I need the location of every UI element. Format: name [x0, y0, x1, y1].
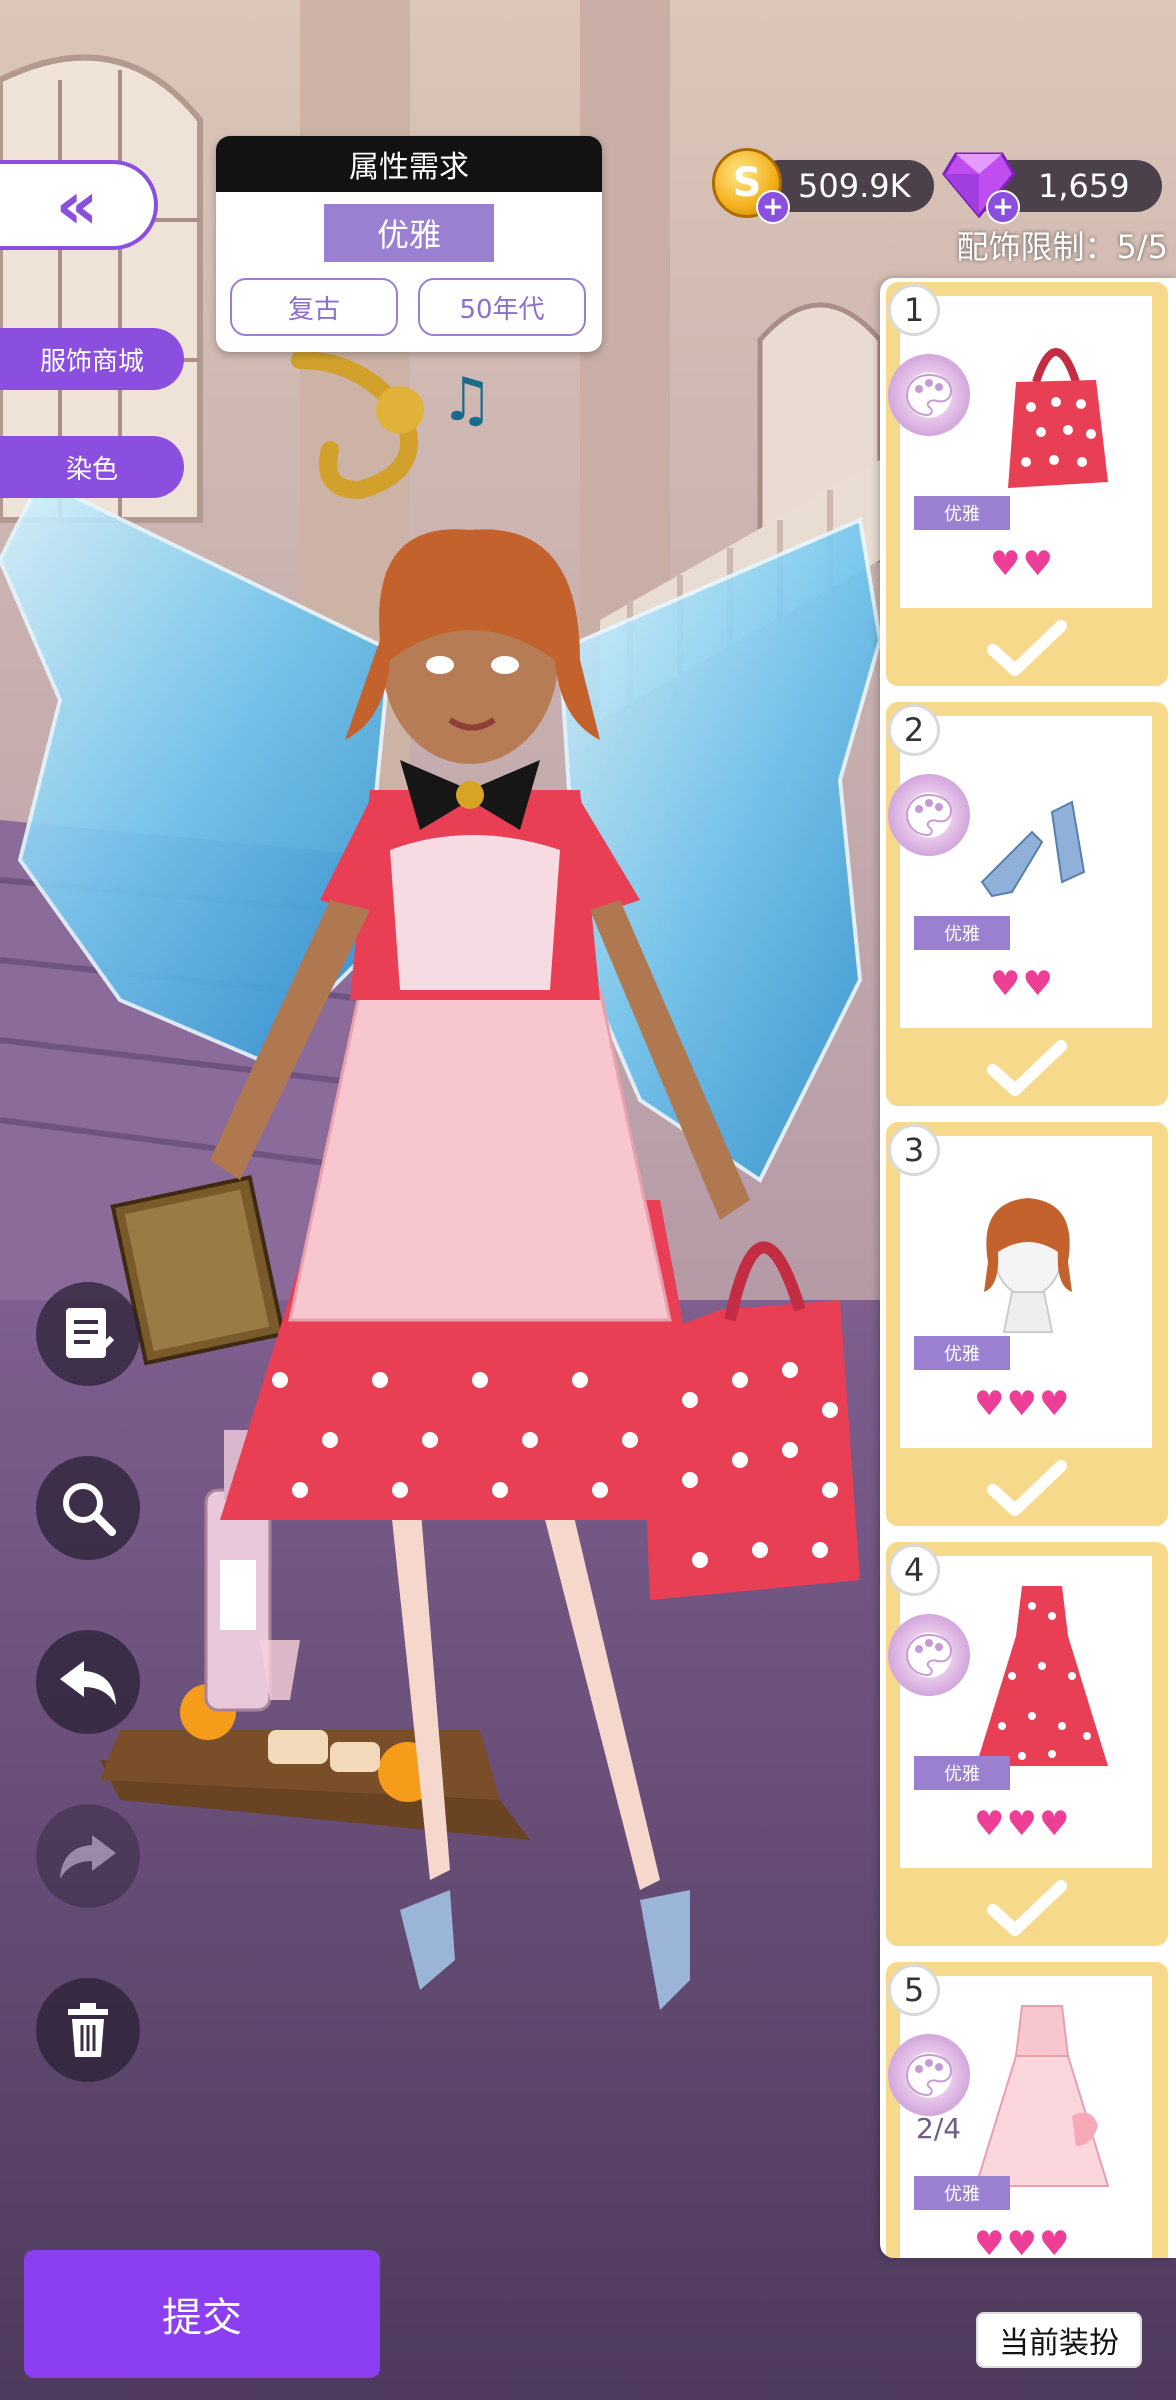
slot-style-tag: 优雅 — [914, 1756, 1010, 1790]
dye-label: 染色 — [65, 454, 118, 485]
game-scene: ♫ « 服饰商城 染色 属性需求 优雅 复古 50年代 509.9K S + 1… — [0, 0, 1176, 2400]
palette-icon[interactable] — [888, 354, 970, 436]
redo-icon — [60, 1835, 116, 1879]
checkmark-icon — [886, 1870, 1168, 1946]
double-chevron-left-icon: « — [55, 166, 99, 244]
undo-icon — [60, 1661, 116, 1705]
requirements-card: 属性需求 优雅 复古 50年代 — [216, 136, 602, 352]
checkmark-icon — [886, 1450, 1168, 1526]
heart-rating: ♥♥♥ — [974, 2224, 1072, 2258]
requirement-main-tag: 优雅 — [324, 204, 494, 262]
notes-icon — [66, 1308, 115, 1358]
submit-button[interactable]: 提交 — [24, 2250, 380, 2378]
svg-text:♫: ♫ — [440, 365, 494, 435]
item-slot[interactable]: 2 优雅 ♥♥ — [886, 702, 1168, 1106]
notes-button[interactable] — [36, 1282, 140, 1386]
heart-rating: ♥♥♥ — [974, 1804, 1072, 1844]
blue-heels-icon — [980, 800, 1086, 898]
polka-dot-dress-icon — [976, 1586, 1108, 1766]
polka-dot-tote-bag-icon — [1008, 348, 1108, 488]
item-slot[interactable]: 4 优雅 ♥♥♥ — [886, 1542, 1168, 1946]
zoom-icon — [63, 1483, 116, 1536]
requirement-tag: 50年代 — [418, 278, 586, 336]
shop-label: 服饰商城 — [39, 346, 144, 377]
slot-number: 2 — [888, 704, 940, 756]
item-slot[interactable]: 3 优雅 ♥♥♥ — [886, 1122, 1168, 1526]
requirements-title: 属性需求 — [216, 136, 602, 192]
heart-rating: ♥♥♥ — [974, 1384, 1072, 1424]
checkmark-icon — [886, 1030, 1168, 1106]
slot-number: 5 — [888, 1964, 940, 2016]
heart-rating: ♥♥ — [990, 964, 1055, 1004]
coin-amount: 509.9K — [798, 167, 911, 205]
slot-style-tag: 优雅 — [914, 916, 1010, 950]
palette-icon[interactable] — [888, 774, 970, 856]
slot-number: 1 — [888, 284, 940, 336]
back-button[interactable]: « — [0, 160, 158, 250]
accessory-limit: 配饰限制：5/5 — [956, 228, 1168, 266]
checkmark-icon — [886, 610, 1168, 686]
bob-hairstyle-icon — [984, 1198, 1072, 1333]
slot-number: 4 — [888, 1544, 940, 1596]
slot-style-tag: 优雅 — [914, 1336, 1010, 1370]
item-slot[interactable]: 1 优雅 ♥♥ — [886, 282, 1168, 686]
undo-button[interactable] — [36, 1630, 140, 1734]
add-gems-icon[interactable]: + — [986, 190, 1020, 224]
dye-button[interactable]: 染色 — [0, 436, 184, 498]
pink-apron-dress-icon — [974, 2005, 1110, 2187]
current-outfit-button[interactable]: 当前装扮 — [976, 2312, 1142, 2368]
add-coins-icon[interactable]: + — [756, 190, 790, 224]
heart-rating: ♥♥ — [990, 544, 1055, 584]
slot-style-tag: 优雅 — [914, 496, 1010, 530]
delete-button[interactable] — [36, 1978, 140, 2082]
palette-icon[interactable] — [888, 1614, 970, 1696]
worn-items-panel[interactable]: 1 优雅 ♥♥ 2 优雅 ♥♥ 3 优雅 ♥♥♥ 4 优雅 ♥♥♥ 5 2/4 … — [880, 278, 1176, 2258]
palette-icon[interactable] — [888, 2034, 970, 2116]
slot-style-tag: 优雅 — [914, 2176, 1010, 2210]
shop-button[interactable]: 服饰商城 — [0, 328, 184, 390]
gem-amount: 1,659 — [1038, 167, 1130, 205]
item-slot[interactable]: 5 2/4 优雅 ♥♥♥ — [886, 1962, 1168, 2258]
slot-number: 3 — [888, 1124, 940, 1176]
requirement-tag: 复古 — [230, 278, 398, 336]
dye-progress: 2/4 — [916, 2112, 962, 2145]
redo-button[interactable] — [36, 1804, 140, 1908]
trash-icon — [68, 2003, 108, 2057]
zoom-button[interactable] — [36, 1456, 140, 1560]
